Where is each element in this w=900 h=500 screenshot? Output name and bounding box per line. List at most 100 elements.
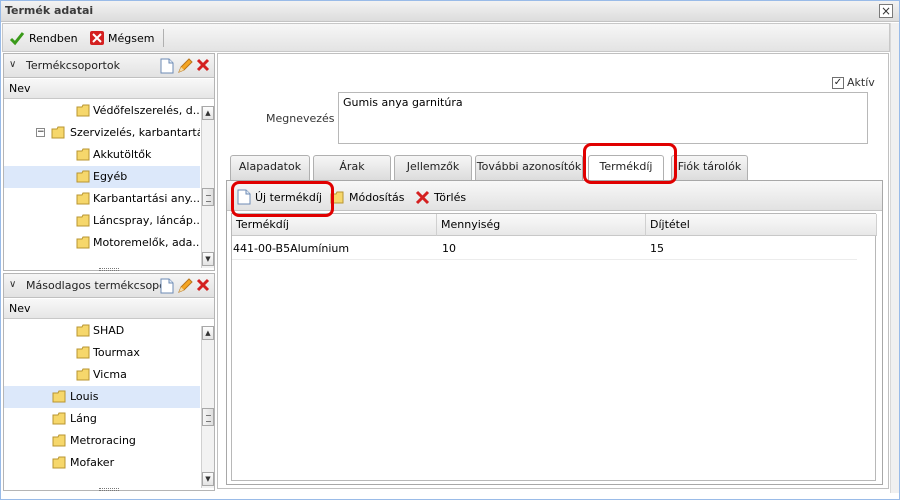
folder-open-icon	[51, 126, 65, 139]
folder-icon	[76, 214, 90, 227]
list-item-label: Louis	[70, 390, 99, 403]
edit-pencil-icon[interactable]	[177, 278, 193, 294]
collapse-icon[interactable]: ∨	[9, 59, 16, 70]
list-item-label: Metroracing	[70, 434, 136, 447]
folder-icon	[52, 456, 66, 469]
list-item[interactable]: Motoremelők, ada...	[4, 232, 200, 254]
panel-title: Termékcsoportok	[26, 59, 120, 72]
secondary-scrollbar[interactable]: ▲ ▼	[201, 326, 214, 488]
delete-icon[interactable]	[196, 58, 210, 72]
delete-icon[interactable]	[196, 278, 210, 292]
column-header-label: Díjtétel	[650, 218, 690, 231]
list-item-selected[interactable]: Egyéb	[4, 166, 200, 188]
list-item[interactable]: Karbantartási any...	[4, 188, 200, 210]
active-checkbox[interactable]: ✓	[832, 77, 844, 89]
tab-other-ids[interactable]: További azonosítók	[475, 155, 583, 180]
cancel-button-label: Mégsem	[108, 31, 155, 45]
list-item[interactable]: Láncspray, láncáp...	[4, 210, 200, 232]
panel-header: ∨ Másodlagos termékcsopo	[4, 274, 214, 298]
groups-tree: Védőfelszerelés, d... − Szervizelés, kar…	[4, 100, 200, 268]
new-icon[interactable]	[160, 58, 174, 74]
fee-toolbar: Új termékdíj Módosítás Törlés	[227, 181, 882, 211]
scroll-up-icon[interactable]: ▲	[202, 106, 214, 120]
edit-fee-button[interactable]: Módosítás	[330, 188, 405, 206]
tab-product-fee[interactable]: Termékdíj	[588, 155, 664, 181]
product-detail-panel: ✓ Aktív Megnevezés : Gumis anya garnitúr…	[217, 53, 889, 489]
folder-icon	[76, 104, 90, 117]
new-icon[interactable]	[160, 278, 174, 294]
folder-icon	[52, 434, 66, 447]
list-item[interactable]: Védőfelszerelés, d...	[4, 100, 200, 122]
groups-scrollbar[interactable]: ▲ ▼	[201, 106, 214, 268]
folder-icon	[76, 324, 90, 337]
tab-prices[interactable]: Árak	[313, 155, 391, 180]
folder-icon	[52, 412, 66, 425]
column-header[interactable]: Mennyiség	[437, 214, 646, 236]
product-fee-grid: Termékdíj Mennyiség Díjtétel 441-00-B5Al…	[231, 213, 877, 481]
name-label: Megnevezés :	[266, 112, 342, 125]
list-item-label: Védőfelszerelés, d...	[93, 104, 200, 117]
delete-fee-button[interactable]: Törlés	[415, 188, 466, 206]
tab-properties[interactable]: Jellemzők	[394, 155, 472, 180]
table-row-divider	[232, 259, 857, 260]
product-data-window: Termék adatai × Rendben Mégsem ∨ Termékc…	[0, 0, 900, 500]
list-item[interactable]: SHAD	[4, 320, 200, 342]
column-header[interactable]: Nev	[4, 79, 214, 99]
table-cell[interactable]: 10	[442, 242, 456, 255]
collapse-icon[interactable]: ∨	[9, 279, 16, 290]
table-cell[interactable]: 441-00-B5Alumínium	[233, 242, 349, 255]
scroll-down-icon[interactable]: ▼	[202, 252, 214, 266]
folder-icon	[76, 148, 90, 161]
scroll-down-icon[interactable]: ▼	[202, 472, 214, 486]
scroll-thumb[interactable]	[202, 408, 214, 426]
tab-basic-data[interactable]: Alapadatok	[230, 155, 310, 180]
column-header-label: Nev	[9, 82, 31, 95]
cancel-button[interactable]: Mégsem	[90, 29, 154, 47]
list-item[interactable]: Tourmax	[4, 342, 200, 364]
list-item-label: Láng	[70, 412, 97, 425]
list-item-label: Szervizelés, karbantartás	[70, 126, 200, 139]
list-item-selected[interactable]: Louis	[4, 386, 200, 408]
collapse-node-icon[interactable]: −	[36, 128, 45, 137]
name-field[interactable]: Gumis anya garnitúra	[338, 92, 868, 144]
table-cell[interactable]: 15	[650, 242, 664, 255]
list-item[interactable]: Vicma	[4, 364, 200, 386]
close-icon[interactable]: ×	[879, 4, 893, 18]
list-item[interactable]: Akkutöltők	[4, 144, 200, 166]
list-item[interactable]: Metroracing	[4, 430, 200, 452]
main-toolbar: Rendben Mégsem	[2, 23, 890, 52]
folder-icon	[52, 390, 66, 403]
scroll-up-icon[interactable]: ▲	[202, 326, 214, 340]
cancel-icon	[90, 31, 104, 45]
delete-fee-label: Törlés	[434, 190, 467, 204]
list-item-label: Akkutöltők	[93, 148, 152, 161]
list-item-label: Motoremelők, ada...	[93, 236, 200, 249]
column-header[interactable]: Nev	[4, 299, 214, 319]
list-item-label: SHAD	[93, 324, 125, 337]
list-item-label: Mofaker	[70, 456, 115, 469]
folder-icon	[76, 236, 90, 249]
list-item-label: Tourmax	[93, 346, 140, 359]
scroll-thumb[interactable]	[202, 188, 214, 206]
window-scrollbar[interactable]	[890, 23, 899, 493]
checkmark-icon	[9, 32, 25, 46]
column-header-label: Termékdíj	[236, 218, 289, 231]
resize-grip[interactable]	[99, 488, 119, 491]
ok-button[interactable]: Rendben	[9, 29, 78, 47]
panel-header: ∨ Termékcsoportok	[4, 54, 214, 78]
list-item[interactable]: Láng	[4, 408, 200, 430]
column-header[interactable]: Termékdíj	[232, 214, 437, 236]
window-title: Termék adatai	[5, 4, 94, 17]
list-item[interactable]: − Szervizelés, karbantartás	[4, 122, 200, 144]
product-fee-tab-content: Új termékdíj Módosítás Törlés Termékdíj …	[226, 180, 883, 485]
column-header[interactable]: Díjtétel	[646, 214, 877, 236]
list-item[interactable]: Mofaker	[4, 452, 200, 474]
tab-drawer-storage[interactable]: Fiók tárolók	[671, 155, 748, 180]
secondary-tree: SHAD Tourmax Vicma Louis Láng Metroracin…	[4, 320, 200, 488]
column-header-label: Mennyiség	[441, 218, 501, 231]
folder-icon	[76, 192, 90, 205]
list-item-label: Karbantartási any...	[93, 192, 200, 205]
new-fee-button[interactable]: Új termékdíj	[237, 188, 322, 206]
resize-grip[interactable]	[99, 268, 119, 271]
edit-pencil-icon[interactable]	[177, 58, 193, 74]
